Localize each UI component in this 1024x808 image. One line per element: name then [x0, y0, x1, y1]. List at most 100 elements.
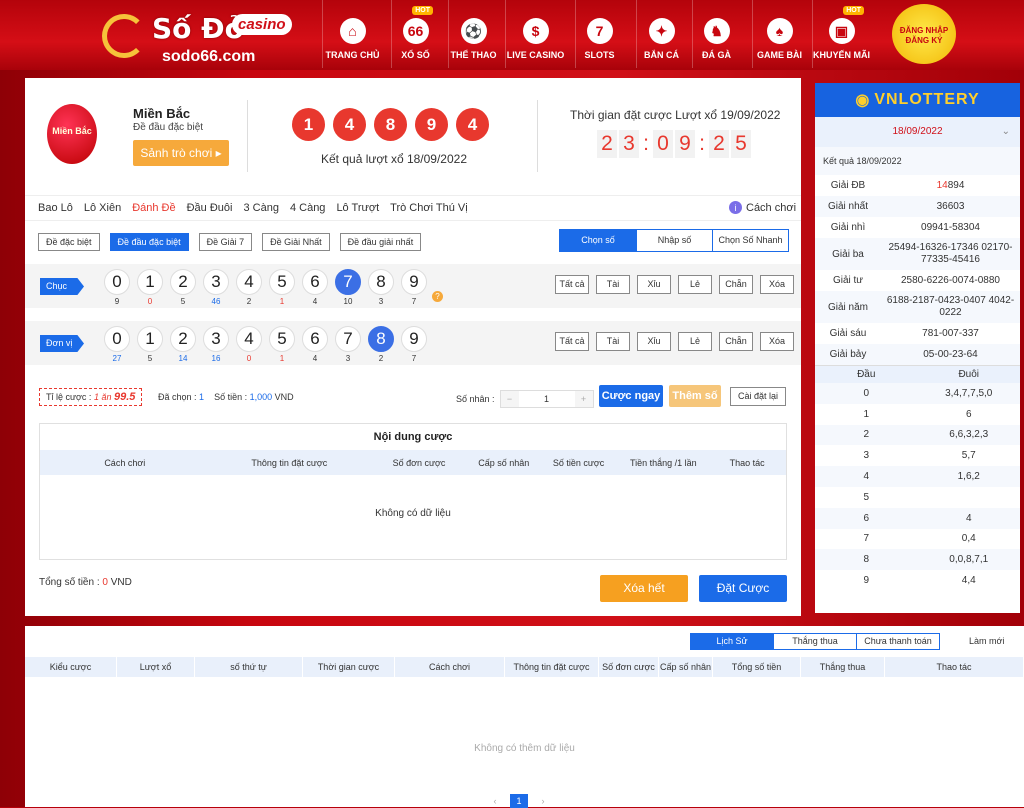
- prize-row: Giải tư 2580-6226-0074-0880: [815, 270, 1020, 291]
- tab-item[interactable]: Đầu Đuôi: [187, 202, 233, 214]
- subtab-button[interactable]: Đề Giải Nhất: [262, 233, 330, 251]
- countdown-timer: 23:09:25: [597, 130, 751, 158]
- history-tab[interactable]: Chưa thanh toán: [856, 633, 940, 650]
- tail-digits: 3,4,7,7,5,0: [945, 387, 993, 399]
- quick-select-button[interactable]: Tài: [596, 332, 630, 351]
- how-to-play-link[interactable]: i Cách chơi: [729, 201, 796, 214]
- nav-item[interactable]: $ LIVE CASINO: [505, 0, 565, 68]
- clear-all-button[interactable]: Xóa hết: [600, 575, 688, 602]
- site-logo[interactable]: Số Đỏ casino sodo66.com: [102, 8, 302, 66]
- tail-digits: 1,6,2: [957, 471, 980, 483]
- quick-select-button[interactable]: Xóa: [760, 275, 794, 294]
- tab-item[interactable]: Bao Lô: [38, 202, 73, 214]
- nav-item[interactable]: ⚽ THỂ THAO: [448, 0, 498, 68]
- tab-item[interactable]: Trò Chơi Thú Vị: [390, 202, 468, 214]
- digit-ball[interactable]: 4: [236, 326, 262, 352]
- nav-item[interactable]: 7 SLOTS: [575, 0, 623, 68]
- refresh-link[interactable]: Làm mới: [969, 636, 1004, 646]
- quick-select-button[interactable]: Chẵn: [719, 332, 753, 351]
- history-tab[interactable]: Lịch Sử: [690, 633, 774, 650]
- digit-ball[interactable]: 9: [401, 269, 427, 295]
- subtab-button[interactable]: Đề đầu đặc biệt: [109, 233, 189, 251]
- digit-ball[interactable]: 3: [203, 326, 229, 352]
- digit-ball[interactable]: 5: [269, 269, 295, 295]
- countdown-digit: 2: [709, 130, 729, 158]
- help-icon[interactable]: ?: [432, 291, 443, 302]
- mode-tab[interactable]: Chọn Số Nhanh: [712, 230, 788, 251]
- quick-select-button[interactable]: Lẻ: [678, 275, 712, 294]
- nav-item[interactable]: ▣ KHUYẾN MÃI HOT: [812, 0, 870, 68]
- multiplier-stepper: − 1 +: [499, 390, 594, 408]
- digit-ball[interactable]: 3: [203, 269, 229, 295]
- digit-ball[interactable]: 7: [335, 269, 361, 295]
- mode-tab[interactable]: Nhập số: [636, 230, 712, 251]
- tab-item[interactable]: Lô Xiên: [84, 202, 121, 214]
- quick-select-button[interactable]: Xỉu: [637, 275, 671, 294]
- tab-item[interactable]: Đánh Đề: [132, 202, 175, 214]
- prev-page-icon[interactable]: ‹: [486, 794, 504, 808]
- history-tab[interactable]: Thắng thua: [773, 633, 857, 650]
- nav-label: THỂ THAO: [450, 50, 497, 60]
- quick-select-button[interactable]: Lẻ: [678, 332, 712, 351]
- digit-ball[interactable]: 2: [170, 269, 196, 295]
- quick-select-button[interactable]: Chẵn: [719, 275, 753, 294]
- digit-frequency: 3: [345, 354, 351, 363]
- nav-item[interactable]: ♠ GAME BÀI: [752, 0, 806, 68]
- nav-item[interactable]: 66 XỔ SỐ HOT: [391, 0, 439, 68]
- quick-select-button[interactable]: Tài: [596, 275, 630, 294]
- digit-ball[interactable]: 9: [401, 326, 427, 352]
- digit-ball[interactable]: 1: [137, 269, 163, 295]
- nav-item[interactable]: ♞ ĐÁ GÀ: [692, 0, 740, 68]
- tail-digits: 6,6,3,2,3: [949, 429, 989, 441]
- digit-ball[interactable]: 6: [302, 269, 328, 295]
- history-column-header: Thông tin đặt cược: [505, 657, 599, 677]
- digit-ball[interactable]: 8: [368, 326, 394, 352]
- next-page-icon[interactable]: ›: [534, 794, 552, 808]
- tab-item[interactable]: Lô Trượt: [336, 202, 379, 214]
- digit-ball[interactable]: 5: [269, 326, 295, 352]
- slots-icon: 7: [586, 18, 613, 44]
- digit-ball[interactable]: 4: [236, 269, 262, 295]
- digit-ball[interactable]: 0: [104, 326, 130, 352]
- subtab-button[interactable]: Đề đặc biệt: [38, 233, 100, 251]
- lobby-button[interactable]: Sảnh trò chơi ▸: [133, 140, 229, 166]
- multiplier-input[interactable]: 1: [518, 391, 575, 407]
- digit-ball[interactable]: 1: [137, 326, 163, 352]
- tab-item[interactable]: 3 Càng: [243, 202, 278, 214]
- subtab-button[interactable]: Đề Giải 7: [198, 233, 253, 251]
- bet-now-button[interactable]: Cược ngay: [599, 385, 663, 407]
- head-tail-row: 0 3,4,7,7,5,0: [815, 383, 1020, 404]
- digit-ball[interactable]: 6: [302, 326, 328, 352]
- mode-tab[interactable]: Chọn số: [560, 230, 636, 251]
- quick-select-button[interactable]: Tất cả: [555, 275, 589, 294]
- date-select[interactable]: 18/09/2022 ⌄: [815, 117, 1020, 147]
- odds-label: Tỉ lệ cược :: [46, 392, 92, 402]
- nav-item[interactable]: ⌂ TRANG CHỦ: [322, 0, 382, 68]
- digit-ball[interactable]: 0: [104, 269, 130, 295]
- increment-button[interactable]: +: [574, 391, 593, 407]
- quick-select-button[interactable]: Xỉu: [637, 332, 671, 351]
- nav-item[interactable]: ✦ BẮN CÁ: [636, 0, 686, 68]
- digit-ball[interactable]: 2: [170, 326, 196, 352]
- login-register-button[interactable]: ĐĂNG NHẬP ĐĂNG KÝ: [892, 4, 956, 64]
- quick-select-button[interactable]: Tất cả: [555, 332, 589, 351]
- tab-item[interactable]: 4 Càng: [290, 202, 325, 214]
- digit-frequency: 1: [279, 354, 285, 363]
- subtab-button[interactable]: Đề đầu giải nhất: [339, 233, 422, 251]
- quick-select-button[interactable]: Xóa: [760, 332, 794, 351]
- reset-button[interactable]: Cài đặt lại: [730, 387, 786, 406]
- prize-list: Giải ĐB 14894 Giải nhất 36603 Giải nhì 09941-…: [815, 175, 1020, 365]
- digit-cell: 3 16: [203, 326, 229, 363]
- decrement-button[interactable]: −: [500, 391, 519, 407]
- game-type-tabs: Bao Lô Lô Xiên Đánh Đề Đầu Đuôi 3 Càng 4 Càng…: [38, 202, 468, 214]
- digit-frequency: 7: [411, 354, 417, 363]
- logo-url: sodo66.com: [162, 48, 256, 65]
- place-bet-button[interactable]: Đặt Cược: [699, 575, 787, 602]
- add-number-button[interactable]: Thêm số: [669, 385, 721, 407]
- page-number[interactable]: 1: [510, 794, 528, 808]
- result-date: Kết quả 18/09/2022: [815, 147, 1020, 175]
- digit-ball[interactable]: 8: [368, 269, 394, 295]
- selection-summary: Đã chọn : 1 Số tiền : 1,000 VND: [158, 392, 294, 402]
- digit-ball[interactable]: 7: [335, 326, 361, 352]
- lottery-icon: 66: [402, 18, 429, 44]
